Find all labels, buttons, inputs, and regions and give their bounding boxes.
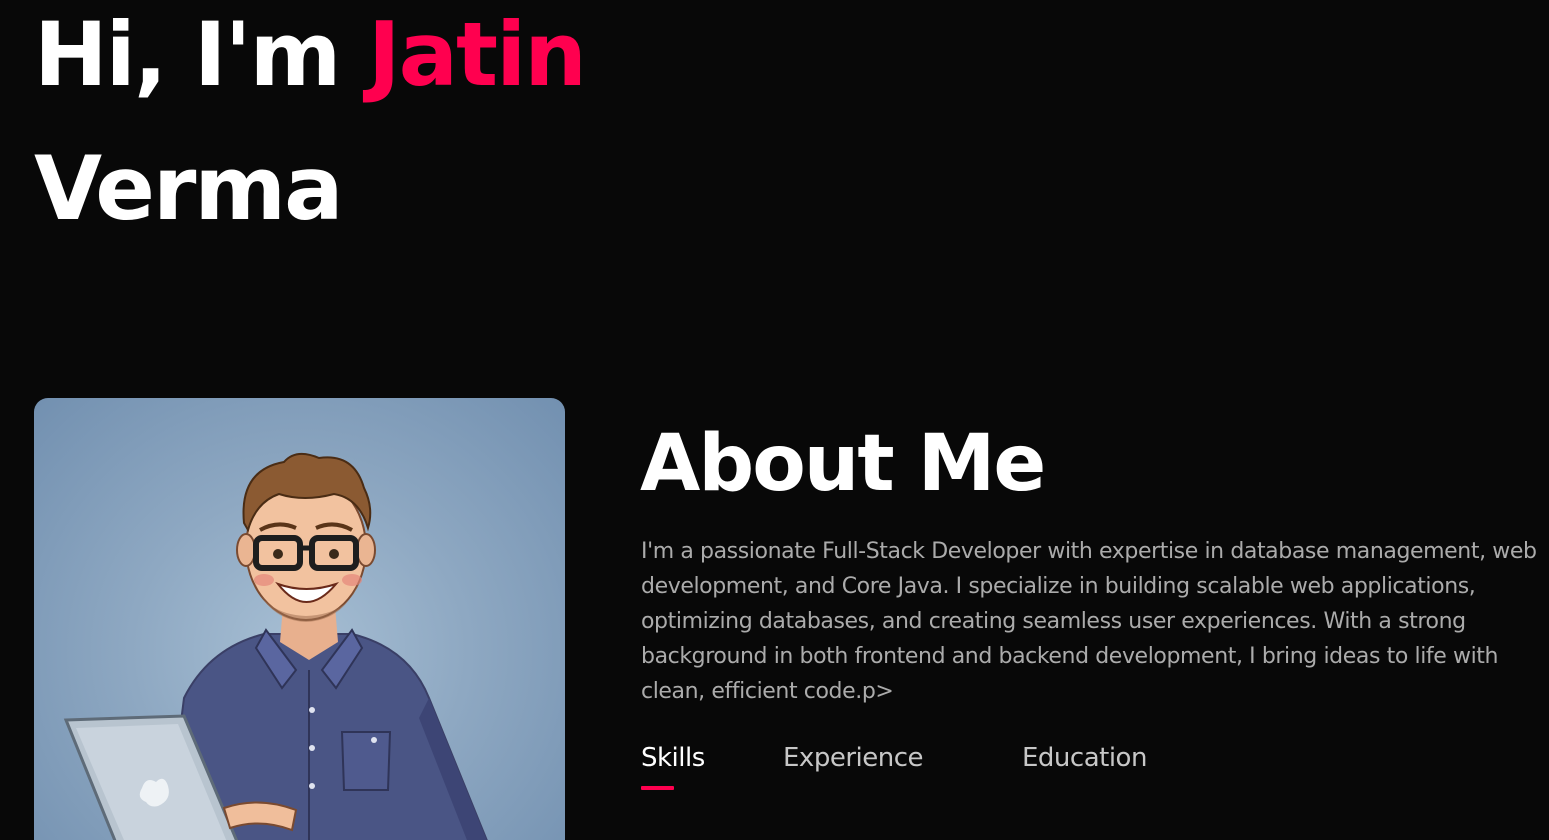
portfolio-page: Hi, I'm Jatin Verma About Me I'm a passi…: [0, 0, 1549, 840]
about-heading: About Me: [640, 419, 1046, 509]
hero-last-name: Verma: [34, 137, 343, 240]
hero-greeting: Hi, I'm: [34, 3, 341, 106]
tab-skills[interactable]: Skills: [641, 740, 705, 776]
active-tab-underline: [641, 786, 674, 790]
about-description: I'm a passionate Full-Stack Developer wi…: [641, 539, 1537, 704]
tab-education[interactable]: Education: [1022, 740, 1147, 776]
tab-experience[interactable]: Experience: [783, 740, 924, 776]
hero-first-name: Jatin: [367, 3, 587, 106]
profile-portrait: [34, 398, 565, 840]
hero-heading: Hi, I'm Jatin Verma: [34, 0, 674, 256]
developer-cartoon-icon: [63, 452, 488, 840]
